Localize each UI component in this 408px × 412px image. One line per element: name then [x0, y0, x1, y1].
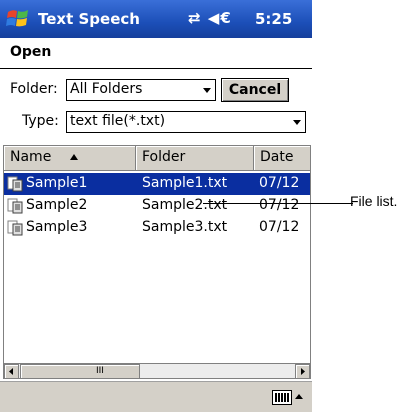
- text-file-icon: [7, 220, 23, 236]
- header-divider: [0, 68, 312, 69]
- list-item[interactable]: Sample3 Sample3.txt 07/12: [4, 217, 310, 239]
- scroll-left-button[interactable]: [4, 364, 19, 378]
- type-label: Type:: [22, 113, 59, 129]
- callout-leader-line: [203, 203, 353, 204]
- menu-bar: [0, 381, 312, 412]
- app-title: Text Speech: [38, 10, 140, 28]
- folder-value: All Folders: [70, 81, 143, 97]
- grip-icon: III: [96, 366, 104, 376]
- windows-start-icon[interactable]: [5, 6, 31, 32]
- arrow-right-icon: [301, 368, 305, 375]
- file-folder: Sample1.txt: [142, 175, 228, 191]
- column-header-date[interactable]: Date: [254, 146, 310, 171]
- file-name: Sample2: [26, 197, 88, 213]
- file-date: 07/12: [259, 197, 300, 213]
- list-item[interactable]: Sample1 Sample1.txt 07/12: [4, 173, 310, 195]
- pocketpc-window: Text Speech ⇄ ◀€ 5:25 Open Folder: All F…: [0, 0, 312, 412]
- clock[interactable]: 5:25: [255, 10, 292, 28]
- chevron-down-icon[interactable]: [199, 80, 215, 100]
- horizontal-scrollbar[interactable]: III: [4, 363, 310, 378]
- scroll-right-button[interactable]: [295, 364, 310, 378]
- file-folder: Sample3.txt: [142, 219, 228, 235]
- cancel-button[interactable]: Cancel: [221, 78, 289, 102]
- connectivity-volume-icons[interactable]: ⇄ ◀€: [188, 9, 232, 27]
- column-header-label: Name: [10, 149, 52, 165]
- text-file-icon: [7, 198, 23, 214]
- sort-ascending-icon: [70, 154, 78, 160]
- file-folder: Sample2.txt: [142, 197, 228, 213]
- file-name: Sample1: [26, 175, 88, 191]
- dialog-header: Open: [0, 38, 312, 68]
- type-dropdown[interactable]: text file(*.txt): [66, 111, 306, 133]
- chevron-down-icon[interactable]: [289, 112, 305, 132]
- arrow-left-icon: [9, 368, 13, 375]
- callout-label: File list.: [350, 193, 398, 209]
- folder-label: Folder:: [10, 81, 58, 97]
- text-file-icon: [7, 176, 23, 192]
- keyboard-icon[interactable]: [272, 390, 292, 405]
- title-bar: Text Speech ⇄ ◀€ 5:25: [0, 0, 312, 38]
- scrollbar-thumb[interactable]: III: [20, 364, 140, 378]
- dialog-title: Open: [10, 44, 52, 60]
- input-selector-arrow-icon[interactable]: [295, 394, 303, 399]
- column-header-label: Folder: [142, 149, 186, 165]
- file-date: 07/12: [259, 175, 300, 191]
- type-value: text file(*.txt): [70, 113, 166, 129]
- file-list[interactable]: Name Folder Date Sample1 Sample1.txt 07/…: [3, 145, 311, 379]
- file-date: 07/12: [259, 219, 300, 235]
- column-header-folder[interactable]: Folder: [136, 146, 254, 171]
- folder-dropdown[interactable]: All Folders: [66, 79, 216, 101]
- file-name: Sample3: [26, 219, 88, 235]
- column-header-label: Date: [260, 149, 294, 165]
- column-header-name[interactable]: Name: [4, 146, 136, 171]
- list-item[interactable]: Sample2 Sample2.txt 07/12: [4, 195, 310, 217]
